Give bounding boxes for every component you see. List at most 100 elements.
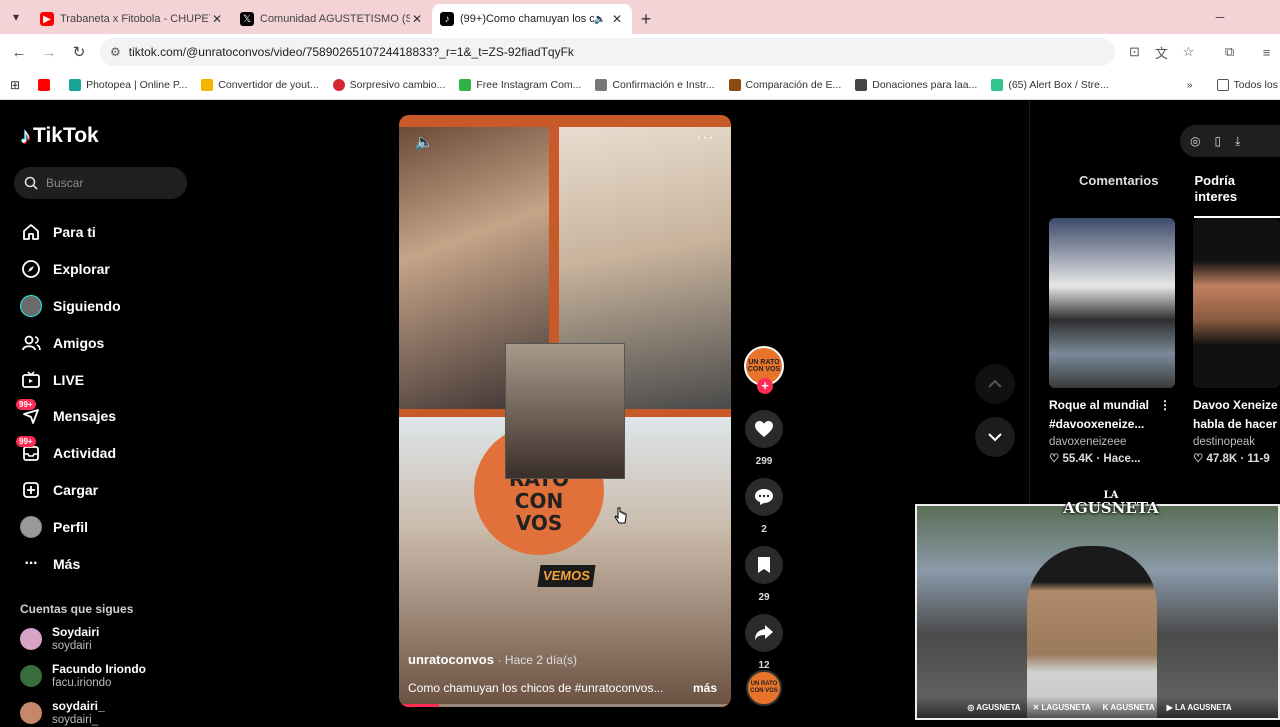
- reading-list-icon[interactable]: ≡: [1253, 38, 1280, 66]
- tab-title: Trabaneta x Fitobola - CHUPETE: [60, 13, 210, 25]
- following-header: Cuentas que sigues: [20, 602, 134, 616]
- browser-tab[interactable]: 𝕏 Comunidad AGUSTETISMO (SU ✕: [232, 4, 432, 34]
- more-link[interactable]: más: [693, 681, 717, 695]
- back-icon[interactable]: ←: [4, 37, 34, 67]
- bookmarks-overflow-icon[interactable]: »: [1187, 79, 1193, 91]
- sidebar-item-mensajes[interactable]: 99+ Mensajes: [16, 398, 190, 435]
- live-icon: [20, 369, 42, 391]
- previous-video-button[interactable]: [975, 364, 1015, 404]
- address-bar[interactable]: ⚙ tiktok.com/@unratoconvos/video/7589026…: [100, 38, 1115, 66]
- install-icon[interactable]: ⊡: [1121, 38, 1148, 66]
- bookmark-item[interactable]: Confirmación e Instr...: [595, 78, 715, 91]
- minimize-icon[interactable]: ─: [1200, 0, 1240, 34]
- tiktok-note-icon: ♪: [20, 123, 31, 148]
- following-account[interactable]: Soydairi soydairi: [20, 625, 190, 653]
- bookmark-star-icon[interactable]: ☆: [1175, 38, 1202, 66]
- tab-podria-interesar[interactable]: Podría interes: [1194, 173, 1280, 218]
- search-input[interactable]: Buscar: [14, 167, 187, 199]
- volume-icon[interactable]: 🔈: [415, 133, 434, 151]
- forward-icon[interactable]: →: [34, 37, 64, 67]
- author-name[interactable]: unratoconvos: [408, 652, 494, 667]
- translate-icon[interactable]: 文: [1148, 38, 1175, 66]
- youtube-icon: ▶: [40, 12, 54, 26]
- bookmark-label: Free Instagram Com...: [476, 78, 582, 91]
- new-tab-button[interactable]: +: [632, 4, 660, 34]
- sidebar-item-mas[interactable]: ··· Más: [20, 545, 190, 582]
- sidebar-item-label: Para ti: [53, 224, 96, 241]
- browser-tab-active[interactable]: ♪ (99+)Como chamuyan los c 🔈 ✕: [432, 4, 632, 34]
- browser-tab-strip: ▾ ▶ Trabaneta x Fitobola - CHUPETE ✕ 𝕏 C…: [0, 0, 1280, 34]
- speaker-icon[interactable]: 🔈: [594, 14, 606, 25]
- video-thumbnail[interactable]: [1049, 218, 1175, 388]
- bookmark-item[interactable]: Comparación de E...: [728, 78, 841, 91]
- bookmark-icon: [758, 557, 770, 573]
- share-button[interactable]: [745, 614, 783, 652]
- sound-avatar[interactable]: UN RATO CON VOS: [746, 670, 782, 706]
- bookmark-youtube[interactable]: [38, 78, 55, 91]
- apps-icon[interactable]: ⊞: [10, 78, 20, 92]
- reload-icon[interactable]: ↻: [64, 37, 94, 67]
- tab-comentarios[interactable]: Comentarios: [1050, 173, 1158, 213]
- vemos-text: VEMOS: [542, 568, 592, 583]
- bookmark-item[interactable]: Free Instagram Com...: [459, 78, 582, 91]
- download-icon[interactable]: ⤓: [1235, 134, 1240, 149]
- phone-icon[interactable]: ▯: [1214, 134, 1221, 148]
- bookmark-item[interactable]: Sorpresivo cambio...: [332, 78, 446, 91]
- like-button[interactable]: [745, 410, 783, 448]
- sidebar-item-amigos[interactable]: Amigos: [20, 324, 190, 361]
- sidebar-item-cargar[interactable]: Cargar: [20, 472, 190, 509]
- follow-plus-icon[interactable]: +: [757, 378, 773, 394]
- video-stats: ♡ 47.8K · 11-9: [1193, 451, 1280, 468]
- link-icon: [595, 78, 608, 91]
- sidebar-item-label: Siguiendo: [53, 297, 121, 314]
- comment-button[interactable]: [745, 478, 783, 516]
- bookmark-item[interactable]: Photopea | Online P...: [69, 78, 187, 91]
- close-tab-icon[interactable]: ✕: [610, 12, 624, 26]
- right-toolbar: ◎ ▯ ⤓: [1180, 125, 1280, 157]
- agusneta-logo: LA AGUSNETA: [1063, 476, 1159, 528]
- creator-avatar[interactable]: UN RATO CON VOS +: [744, 346, 784, 394]
- bookmark-label: Donaciones para laa...: [872, 78, 978, 91]
- close-tab-icon[interactable]: ✕: [210, 12, 224, 26]
- video-time: · Hace 2 día(s): [497, 653, 577, 667]
- sidebar-item-explorar[interactable]: Explorar: [20, 251, 190, 288]
- sidebar-item-perfil[interactable]: Perfil: [20, 508, 190, 545]
- comparison-icon: [728, 78, 741, 91]
- video-title-text: Roque al mundial: [1049, 398, 1150, 412]
- bookmark-item[interactable]: Convertidor de yout...: [201, 78, 319, 91]
- video-author[interactable]: unratoconvos · Hace 2 día(s): [408, 652, 577, 667]
- following-account[interactable]: Facundo Iriondo facu.iriondo: [20, 662, 190, 690]
- following-account[interactable]: soydairi_ soydairi_: [20, 699, 190, 727]
- recommended-video[interactable]: Roque al mundial ⋮ #davooxeneize... davox…: [1049, 218, 1175, 468]
- bookmark-item[interactable]: (65) Alert Box / Stre...: [991, 78, 1109, 91]
- tab-search-button[interactable]: ▾: [0, 0, 32, 34]
- maximize-icon[interactable]: [1240, 0, 1280, 34]
- video-player[interactable]: UN RATO CON VOS VEMOS 🔈 ··· unratoconvos…: [399, 115, 731, 707]
- sidebar-item-live[interactable]: LIVE: [20, 361, 190, 398]
- save-button[interactable]: [745, 546, 783, 584]
- video-thumbnail[interactable]: [1193, 218, 1280, 388]
- bookmark-item[interactable]: Donaciones para laa...: [855, 78, 978, 91]
- video-more-icon[interactable]: ⋮: [1159, 396, 1171, 415]
- video-options-icon[interactable]: ···: [696, 129, 715, 147]
- url-text[interactable]: tiktok.com/@unratoconvos/video/758902651…: [129, 45, 1105, 59]
- youtube-small-icon: ▶ LA AGUSNETA: [1166, 702, 1232, 712]
- browser-tab[interactable]: ▶ Trabaneta x Fitobola - CHUPETE ✕: [32, 4, 232, 34]
- sidebar-item-para-ti[interactable]: Para ti: [20, 214, 190, 251]
- next-video-button[interactable]: [975, 417, 1015, 457]
- video-description: Como chamuyan los chicos de #unratoconvo…: [408, 681, 664, 695]
- all-bookmarks[interactable]: Todos los m: [1216, 78, 1280, 91]
- compass-icon: [20, 258, 42, 280]
- video-progress-bar[interactable]: [399, 704, 731, 707]
- kick-icon: K AGUSNETA: [1102, 702, 1155, 712]
- video-stats-text: 47.8K · 11-9: [1206, 453, 1270, 465]
- extensions-icon[interactable]: ⧉: [1216, 38, 1243, 66]
- compass-small-icon[interactable]: ◎: [1190, 134, 1200, 148]
- recommended-video[interactable]: Davoo Xeneize habla de hacer destinopeak…: [1193, 218, 1280, 468]
- sidebar-item-actividad[interactable]: 99+ Actividad: [16, 435, 190, 472]
- sidebar-item-siguiendo[interactable]: Siguiendo: [20, 288, 190, 325]
- close-tab-icon[interactable]: ✕: [410, 12, 424, 26]
- bookmark-label: Sorpresivo cambio...: [349, 78, 446, 91]
- tiktok-logo[interactable]: ♪ TikTok: [20, 123, 99, 149]
- site-info-icon[interactable]: ⚙: [110, 45, 121, 59]
